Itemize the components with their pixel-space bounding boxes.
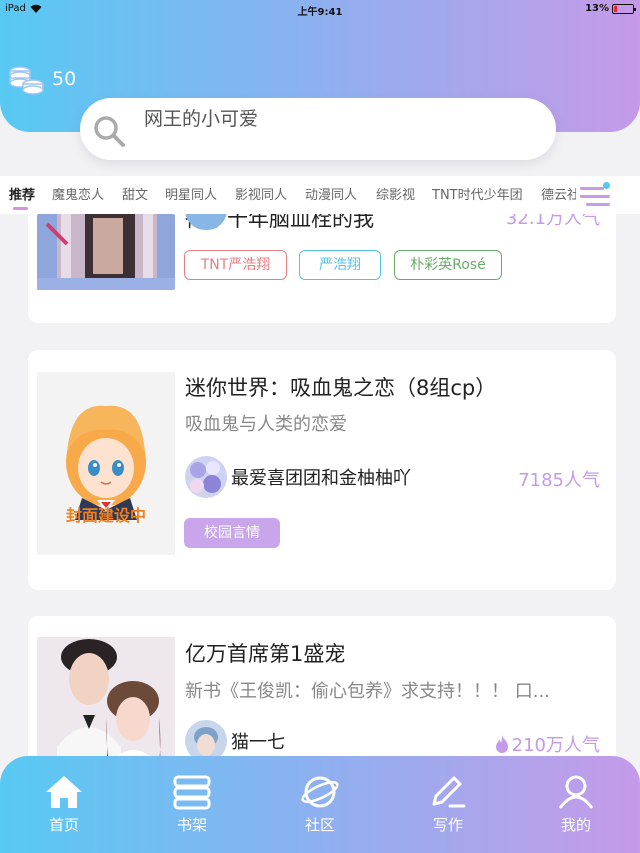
battery-percent: 13%	[585, 3, 609, 14]
status-time: 上午9:41	[297, 7, 343, 18]
tab-sweet[interactable]: 甜文	[122, 184, 148, 203]
flame-icon	[495, 735, 508, 753]
nav-home-label: 首页	[48, 816, 79, 834]
nav-bookshelf-label: 书架	[176, 816, 207, 834]
book-subtitle: 吸血鬼与人类的恋爱	[185, 414, 347, 435]
anime-placeholder-image	[66, 405, 146, 520]
author-name: 猫一七	[231, 732, 285, 753]
book-card[interactable]: 封面建设中 迷你世界：吸血鬼之恋（8组cp） 吸血鬼与人类的恋爱 最爱喜团团和金…	[28, 350, 616, 590]
tag-chip[interactable]: 严浩翔	[299, 250, 381, 280]
book-cover: 封面建设中	[37, 372, 175, 555]
tab-tnt[interactable]: TNT时代少年团	[432, 184, 523, 203]
book-card[interactable]: 亿万首席第1盛宠 新书《王俊凯：偷心包养》求支持！！！ 口... 猫一七 210…	[28, 616, 616, 756]
coins-icon	[9, 66, 44, 95]
book-cover	[37, 214, 175, 290]
search-bar[interactable]: 网王的小可爱	[80, 98, 556, 160]
author-row[interactable]: 猫一七	[185, 720, 285, 756]
popularity: 32.1万人气	[506, 214, 600, 234]
home-icon	[46, 776, 82, 808]
nav-community[interactable]: 社区	[280, 774, 360, 835]
status-bar: iPad 上午9:41 13%	[0, 0, 640, 20]
nav-write[interactable]: 写作	[408, 774, 488, 835]
planet-icon	[301, 776, 339, 808]
tab-star-fanfic[interactable]: 明星同人	[165, 184, 217, 203]
bottom-navigation: 首页 书架 社区 写作 我的	[0, 756, 640, 853]
popularity: 210万人气	[494, 731, 600, 756]
nav-community-label: 社区	[304, 816, 335, 834]
bookshelf-icon	[173, 775, 211, 810]
popularity-text: 210万人气	[511, 735, 600, 756]
search-icon	[94, 116, 125, 147]
category-menu-icon[interactable]	[576, 180, 616, 212]
cover-placeholder-text: 封面建设中	[65, 506, 146, 525]
tab-deyunshe[interactable]: 德云社	[541, 184, 580, 203]
tag-chip[interactable]: 校园言情	[184, 518, 280, 548]
pen-icon	[432, 776, 466, 808]
author-name: 最爱喜团团和金柚柚吖	[231, 468, 411, 489]
tab-recommend[interactable]: 推荐	[9, 184, 35, 203]
popularity: 7185人气	[518, 470, 600, 491]
tab-devil-lovers[interactable]: 魔鬼恋人	[52, 184, 104, 203]
book-feed[interactable]: 待了十年脑血栓的我 32.1万人气 TNT严浩翔 严浩翔 朴彩英Rosé 封面建…	[0, 214, 640, 756]
tag-chip[interactable]: 朴彩英Rosé	[394, 250, 502, 280]
nav-profile[interactable]: 我的	[536, 774, 616, 835]
coin-count: 50	[52, 68, 77, 90]
user-icon	[558, 775, 594, 809]
book-title[interactable]: 迷你世界：吸血鬼之恋（8组cp）	[185, 372, 496, 402]
tab-anime-fanfic[interactable]: 动漫同人	[305, 184, 357, 203]
nav-bookshelf[interactable]: 书架	[152, 774, 232, 835]
author-row[interactable]: 最爱喜团团和金柚柚吖	[185, 456, 411, 498]
category-tabs: 推荐 魔鬼恋人 甜文 明星同人 影视同人 动漫同人 综影视 TNT时代少年团 德…	[0, 176, 640, 214]
active-tab-indicator	[13, 207, 28, 210]
popularity-text: 32.1万人气	[505, 214, 600, 229]
battery-icon	[612, 3, 636, 14]
coin-balance[interactable]: 50	[8, 62, 76, 96]
nav-profile-label: 我的	[560, 816, 591, 834]
book-title[interactable]: 亿万首席第1盛宠	[185, 638, 345, 668]
nav-write-label: 写作	[432, 816, 463, 834]
book-subtitle: 新书《王俊凯：偷心包养》求支持！！！ 口...	[185, 681, 550, 702]
tag-chip[interactable]: TNT严浩翔	[184, 250, 287, 280]
tab-variety[interactable]: 综影视	[376, 184, 415, 203]
author-avatar	[185, 720, 227, 756]
nav-home[interactable]: 首页	[24, 774, 104, 835]
book-cover	[37, 637, 175, 756]
search-placeholder: 网王的小可爱	[144, 108, 259, 130]
book-card[interactable]: 待了十年脑血栓的我 32.1万人气 TNT严浩翔 严浩翔 朴彩英Rosé	[28, 214, 616, 323]
tab-tv-fanfic[interactable]: 影视同人	[235, 184, 287, 203]
author-avatar	[185, 456, 227, 498]
